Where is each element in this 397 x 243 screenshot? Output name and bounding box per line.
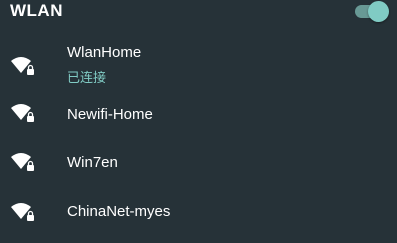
toggle-knob: [368, 1, 389, 22]
network-item-chinanet-myes[interactable]: ChinaNet-myes: [0, 187, 397, 235]
wifi-lock-icon: [10, 151, 36, 173]
wifi-lock-icon: [10, 102, 36, 124]
network-ssid: WlanHome: [67, 44, 142, 61]
network-ssid: ChinaNet-myes: [67, 203, 171, 220]
network-ssid: Win7en: [67, 154, 118, 171]
page-title: WLAN: [10, 1, 63, 20]
wifi-lock-icon: [10, 201, 36, 223]
wlan-settings-screen: WLAN WlanHome 已连接 Newifi-Home Win7en Chi…: [0, 0, 397, 243]
wlan-toggle-switch[interactable]: [355, 1, 389, 22]
wlan-header: WLAN: [0, 0, 397, 26]
network-item-wlanhome[interactable]: WlanHome 已连接: [0, 40, 397, 88]
network-item-win7en[interactable]: Win7en: [0, 139, 397, 187]
network-item-newifi-home[interactable]: Newifi-Home: [0, 90, 397, 138]
network-ssid: Newifi-Home: [67, 106, 153, 123]
wifi-lock-icon: [10, 55, 36, 77]
connection-status: 已连接: [67, 70, 107, 85]
